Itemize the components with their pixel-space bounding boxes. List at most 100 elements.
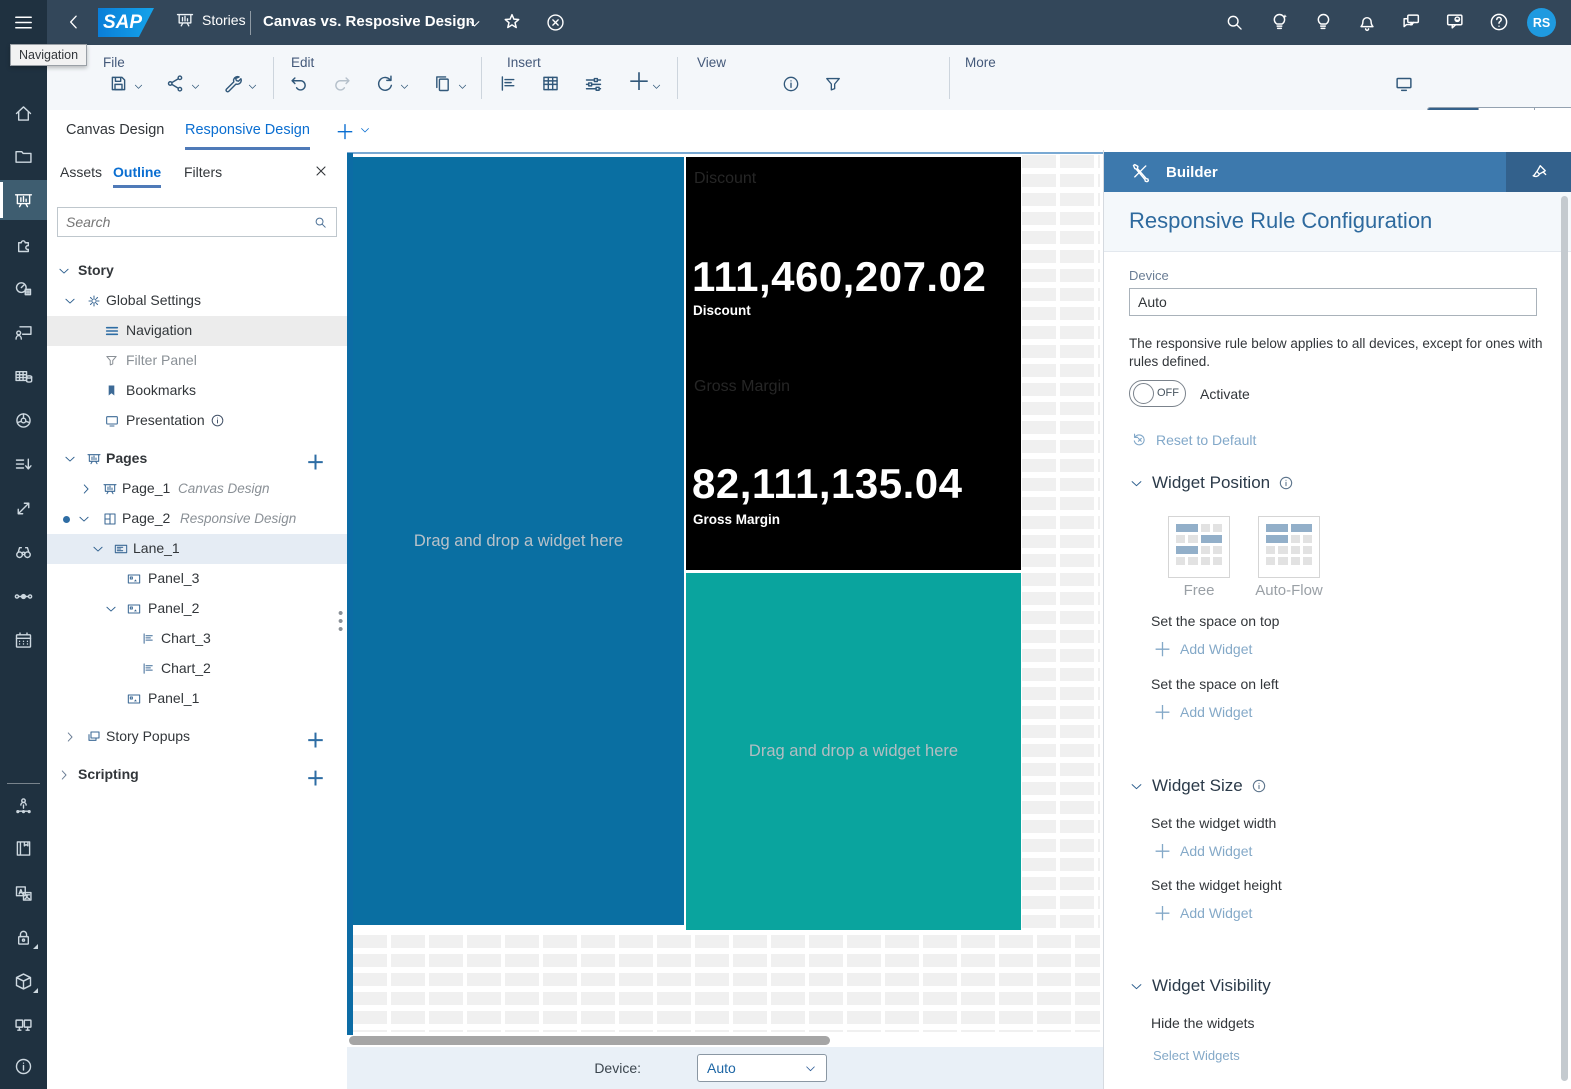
refresh-menu-chevron[interactable]	[399, 81, 410, 92]
add-page-chevron[interactable]	[359, 110, 371, 150]
tree-item-lane-1[interactable]: Lane_1	[47, 534, 347, 564]
tree-item-panel-1[interactable]: Panel_1	[47, 684, 347, 714]
save-icon[interactable]	[108, 73, 129, 94]
rail-catalog-icon[interactable]	[0, 828, 47, 868]
add-popup-button[interactable]: ＋	[306, 726, 325, 753]
tab-canvas-design[interactable]: Canvas Design	[66, 110, 164, 150]
stories-menu[interactable]: Stories	[175, 10, 246, 30]
builder-header[interactable]: Builder	[1104, 152, 1571, 192]
tree-item-story-popups[interactable]: Story Popups ＋	[47, 722, 347, 752]
lightbulb-icon[interactable]	[1312, 11, 1334, 33]
ai-assistant-icon[interactable]	[1268, 11, 1290, 33]
outline-search[interactable]	[57, 207, 337, 237]
activate-toggle[interactable]: OFF	[1129, 380, 1186, 407]
tree-item-panel-3[interactable]: Panel_3	[47, 564, 347, 594]
refresh-icon[interactable]	[374, 73, 396, 95]
rail-planning-icon[interactable]	[0, 268, 47, 308]
info-icon[interactable]	[1278, 475, 1294, 491]
reset-to-default-button[interactable]: Reset to Default	[1131, 431, 1256, 448]
tree-item-filter-panel[interactable]: Filter Panel	[47, 346, 347, 376]
add-script-button[interactable]: ＋	[306, 764, 325, 791]
kpi-panel-widget[interactable]: Discount 111,460,207.02 Discount Gross M…	[686, 157, 1021, 570]
search-input[interactable]	[58, 214, 313, 230]
tools-icon[interactable]	[222, 73, 243, 94]
add-page-button[interactable]: ＋	[306, 448, 325, 475]
horizontal-scrollbar[interactable]	[349, 1036, 830, 1045]
help-icon[interactable]	[1488, 11, 1510, 33]
info-icon[interactable]	[1251, 778, 1267, 794]
position-free-option[interactable]	[1168, 516, 1230, 578]
share-icon[interactable]	[165, 73, 186, 94]
insert-add-icon[interactable]: ＋	[627, 71, 651, 95]
undo-icon[interactable]	[288, 73, 310, 95]
rail-about-icon[interactable]	[0, 1046, 47, 1086]
tree-item-global-settings[interactable]: Global Settings	[47, 286, 347, 316]
rail-stories-icon[interactable]	[0, 180, 47, 220]
rail-modeler-icon[interactable]	[0, 400, 47, 440]
filter-icon[interactable]	[823, 74, 843, 94]
add-widget-space-top[interactable]: ＋ Add Widget	[1153, 635, 1252, 662]
share-menu-chevron[interactable]	[190, 81, 201, 92]
search-icon[interactable]	[1224, 12, 1245, 33]
insert-input-control-icon[interactable]	[583, 73, 604, 94]
add-page-button[interactable]: ＋	[335, 110, 355, 150]
tree-item-bookmarks[interactable]: Bookmarks	[47, 376, 347, 406]
redo-icon[interactable]	[331, 73, 353, 95]
tools-menu-chevron[interactable]	[247, 81, 258, 92]
rail-calendar-icon[interactable]	[0, 620, 47, 660]
rail-data-actions-icon[interactable]	[0, 488, 47, 528]
widget-visibility-section[interactable]: Widget Visibility	[1129, 976, 1271, 996]
rail-translation-icon[interactable]	[0, 873, 47, 913]
tree-item-scripting[interactable]: Scripting ＋	[47, 760, 347, 790]
tree-item-navigation[interactable]: Navigation	[47, 316, 347, 346]
rail-connections-icon[interactable]	[0, 576, 47, 616]
device-field[interactable]: Auto	[1129, 288, 1537, 316]
rail-data-flows-icon[interactable]	[0, 444, 47, 484]
empty-panel-widget[interactable]: Drag and drop a widget here	[686, 573, 1021, 930]
empty-panel-widget[interactable]: Drag and drop a widget here	[353, 157, 684, 925]
styling-tab[interactable]	[1506, 152, 1571, 192]
select-widgets-link[interactable]: Select Widgets	[1153, 1048, 1240, 1063]
widget-size-section[interactable]: Widget Size	[1129, 776, 1267, 796]
tab-filters[interactable]: Filters	[184, 150, 222, 194]
insert-table-icon[interactable]	[540, 73, 561, 94]
tab-assets[interactable]: Assets	[60, 150, 102, 194]
tree-item-presentation[interactable]: Presentation	[47, 406, 347, 436]
add-widget-height[interactable]: ＋ Add Widget	[1153, 899, 1252, 926]
rail-system-icon[interactable]	[0, 1004, 47, 1044]
rail-home-icon[interactable]	[0, 93, 47, 133]
feedback-icon[interactable]	[1444, 11, 1466, 33]
avatar[interactable]: RS	[1527, 8, 1556, 37]
rail-datasets-icon[interactable]	[0, 356, 47, 396]
tab-outline[interactable]: Outline	[113, 150, 162, 194]
insert-add-chevron[interactable]	[651, 81, 662, 92]
tree-item-chart-2[interactable]: Chart_2	[47, 654, 347, 684]
widget-position-section[interactable]: Widget Position	[1129, 473, 1294, 493]
rail-content-network-icon[interactable]	[0, 961, 47, 1001]
builder-scrollbar[interactable]	[1561, 196, 1568, 1081]
favorite-star-icon[interactable]	[501, 11, 523, 33]
notifications-bell-icon[interactable]	[1356, 11, 1378, 33]
rail-explorer-icon[interactable]	[0, 532, 47, 572]
rail-applications-icon[interactable]	[0, 224, 47, 264]
discussions-icon[interactable]	[1400, 11, 1422, 33]
back-button[interactable]	[64, 12, 84, 32]
rail-files-icon[interactable]	[0, 136, 47, 176]
tree-item-chart-3[interactable]: Chart_3	[47, 624, 347, 654]
duplicate-icon[interactable]	[432, 73, 453, 94]
tree-item-page-2[interactable]: Page_2 Responsive Design	[47, 504, 347, 534]
tree-item-story[interactable]: Story	[47, 256, 347, 286]
position-autoflow-option[interactable]	[1258, 516, 1320, 578]
details-info-icon[interactable]	[781, 74, 801, 94]
tab-responsive-design[interactable]: Responsive Design	[185, 110, 310, 150]
search-icon[interactable]	[313, 215, 336, 230]
rail-presentation-icon[interactable]	[0, 312, 47, 352]
close-panel-icon[interactable]	[313, 163, 329, 179]
tree-item-page-1[interactable]: Page_1 Canvas Design	[47, 474, 347, 504]
rail-security-icon[interactable]	[0, 917, 47, 957]
tree-item-panel-2[interactable]: Panel_2	[47, 594, 347, 624]
panel-resize-handle[interactable]: • • •	[338, 606, 343, 637]
close-story-icon[interactable]	[545, 12, 566, 33]
tree-item-pages[interactable]: Pages ＋	[47, 444, 347, 474]
insert-chart-icon[interactable]	[498, 73, 519, 94]
